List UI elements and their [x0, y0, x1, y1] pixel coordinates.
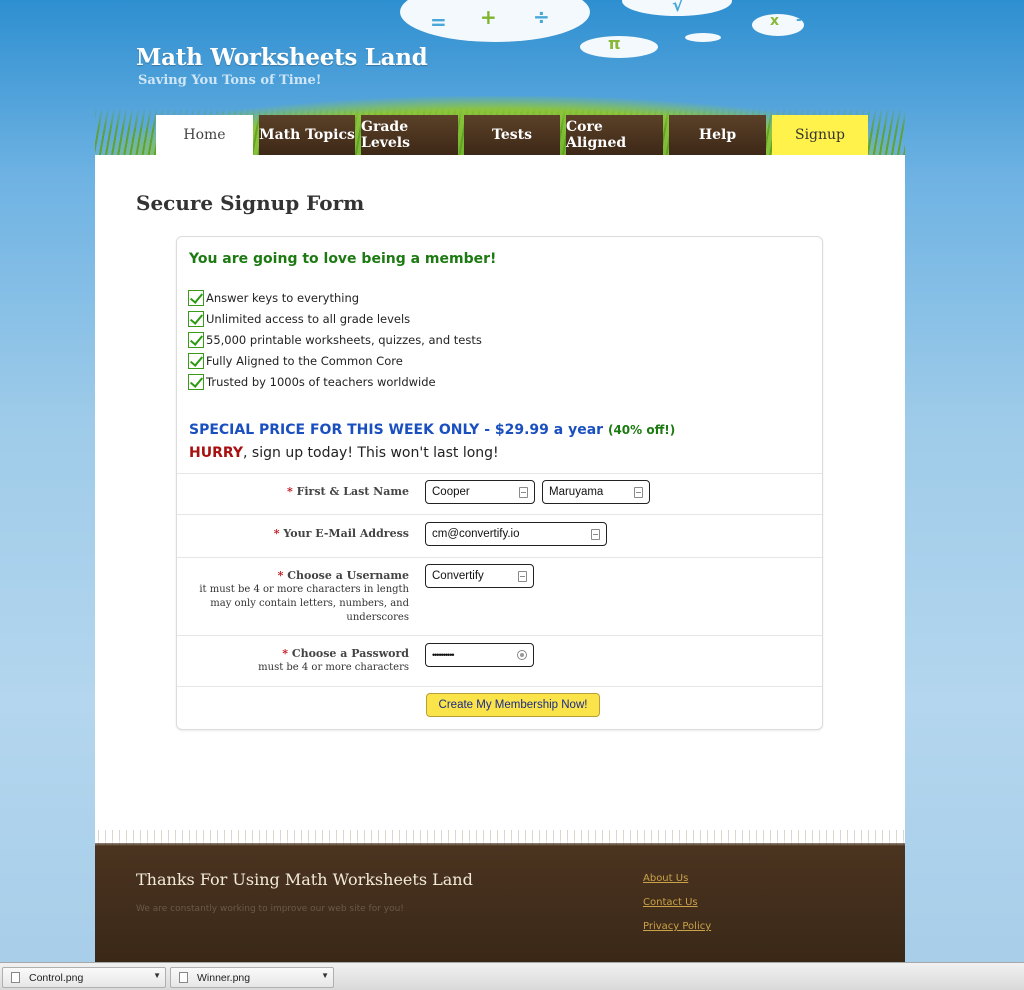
list-item: Fully Aligned to the Common Core: [188, 350, 482, 371]
divide-symbol-icon: ÷: [533, 5, 550, 29]
pi-symbol-icon: π: [608, 34, 621, 53]
footer-title: Thanks For Using Math Worksheets Land: [136, 870, 473, 889]
username-hint-line: may only contain letters, numbers, and: [210, 598, 409, 609]
password-input[interactable]: ••••••••••: [425, 643, 534, 667]
benefit-text: Answer keys to everything: [206, 290, 360, 305]
checkmark-icon: [188, 352, 204, 369]
contact-card-icon: [518, 570, 527, 582]
form-divider: [177, 557, 822, 558]
form-divider: [177, 686, 822, 687]
username-label: * Choose a Username: [278, 569, 409, 582]
required-mark: *: [273, 527, 280, 540]
download-filename: Winner.png: [197, 971, 251, 984]
required-mark: *: [286, 485, 293, 498]
chevron-down-icon[interactable]: ▼: [321, 971, 329, 980]
file-icon: [179, 972, 188, 983]
special-price-label: SPECIAL PRICE FOR THIS WEEK ONLY - $29.9…: [189, 422, 604, 438]
last-name-input[interactable]: Maruyama: [542, 480, 650, 504]
checkmark-icon: [188, 289, 204, 306]
required-mark: *: [277, 569, 284, 582]
hurry-text: HURRY, sign up today! This won't last lo…: [189, 445, 499, 461]
password-value: ••••••••••: [432, 650, 454, 660]
cloud-decoration: [685, 33, 721, 42]
footer-subtitle: We are constantly working to improve our…: [136, 904, 404, 914]
benefit-text: Unlimited access to all grade levels: [206, 311, 411, 326]
first-name-value: Cooper: [432, 486, 470, 498]
list-item: Unlimited access to all grade levels: [188, 308, 482, 329]
nav-signup[interactable]: Signup: [772, 115, 868, 155]
email-label: * Your E-Mail Address: [274, 527, 409, 540]
email-value: cm@convertify.io: [432, 528, 520, 540]
minus-symbol-icon: -: [796, 12, 802, 28]
email-label-text: Your E-Mail Address: [283, 527, 409, 540]
email-field[interactable]: cm@convertify.io: [425, 522, 607, 546]
checkmark-icon: [188, 310, 204, 327]
benefit-text: Fully Aligned to the Common Core: [206, 353, 403, 368]
promo-headline: You are going to love being a member!: [189, 251, 497, 267]
benefits-list: Answer keys to everything Unlimited acce…: [188, 287, 482, 392]
nav-help[interactable]: Help: [669, 115, 766, 155]
site-title[interactable]: Math Worksheets Land: [136, 44, 428, 71]
download-item[interactable]: Control.png ▼: [2, 967, 166, 988]
required-mark: *: [282, 647, 288, 660]
list-item: Trusted by 1000s of teachers worldwide: [188, 371, 482, 392]
sqrt-symbol-icon: √: [672, 0, 685, 16]
last-name-value: Maruyama: [549, 486, 604, 498]
username-hint-line: it must be 4 or more characters in lengt…: [199, 584, 409, 595]
first-name-input[interactable]: Cooper: [425, 480, 535, 504]
nav-home[interactable]: Home: [156, 115, 253, 155]
equals-symbol-icon: =: [430, 10, 447, 34]
download-item[interactable]: Winner.png ▼: [170, 967, 334, 988]
benefit-text: 55,000 printable worksheets, quizzes, an…: [206, 332, 482, 347]
nav-grade-levels[interactable]: Grade Levels: [361, 115, 458, 155]
main-nav: Home Math Topics Grade Levels Tests Core…: [156, 115, 868, 155]
password-label-text: Choose a Password: [291, 647, 409, 660]
benefit-text: Trusted by 1000s of teachers worldwide: [206, 374, 436, 389]
download-bar: Control.png ▼ Winner.png ▼: [0, 962, 1024, 990]
name-label-text: First & Last Name: [296, 485, 409, 498]
times-symbol-icon: x: [770, 13, 780, 29]
create-membership-button[interactable]: Create My Membership Now!: [426, 693, 600, 717]
form-divider: [177, 514, 822, 515]
plus-symbol-icon: +: [480, 5, 497, 29]
username-value: Convertify: [432, 570, 484, 582]
hurry-rest: , sign up today! This won't last long!: [243, 445, 499, 461]
page-title: Secure Signup Form: [136, 191, 365, 215]
file-icon: [11, 972, 20, 983]
contact-card-icon: [591, 528, 600, 540]
form-divider: [177, 635, 822, 636]
contact-card-icon: [634, 486, 643, 498]
checkmark-icon: [188, 373, 204, 390]
username-label-text: Choose a Username: [287, 569, 409, 582]
password-hint: must be 4 or more characters: [258, 661, 409, 675]
footer-grass-edge: [95, 830, 905, 846]
footer-link-contact[interactable]: Contact Us: [643, 897, 698, 908]
form-divider: [177, 473, 822, 474]
download-filename: Control.png: [29, 971, 84, 984]
chevron-down-icon[interactable]: ▼: [153, 971, 161, 980]
checkmark-icon: [188, 331, 204, 348]
discount-label: (40% off!): [607, 423, 676, 437]
special-price-text: SPECIAL PRICE FOR THIS WEEK ONLY - $29.9…: [189, 422, 675, 438]
username-hint: it must be 4 or more characters in lengt…: [199, 583, 409, 625]
password-label: * Choose a Password: [282, 647, 409, 660]
nav-tests[interactable]: Tests: [464, 115, 560, 155]
name-label: * First & Last Name: [287, 485, 409, 498]
nav-math-topics[interactable]: Math Topics: [259, 115, 355, 155]
username-input[interactable]: Convertify: [425, 564, 534, 588]
footer: [95, 843, 905, 963]
password-hint-line: must be 4 or more characters: [258, 662, 409, 673]
hurry-word: HURRY: [189, 445, 244, 461]
username-hint-line: underscores: [346, 612, 409, 623]
list-item: 55,000 printable worksheets, quizzes, an…: [188, 329, 482, 350]
footer-link-about[interactable]: About Us: [643, 873, 688, 884]
nav-core-aligned[interactable]: Core Aligned: [566, 115, 663, 155]
contact-card-icon: [519, 486, 528, 498]
list-item: Answer keys to everything: [188, 287, 482, 308]
key-icon: [517, 650, 527, 660]
site-tagline: Saving You Tons of Time!: [138, 73, 322, 88]
footer-link-privacy[interactable]: Privacy Policy: [643, 921, 711, 932]
